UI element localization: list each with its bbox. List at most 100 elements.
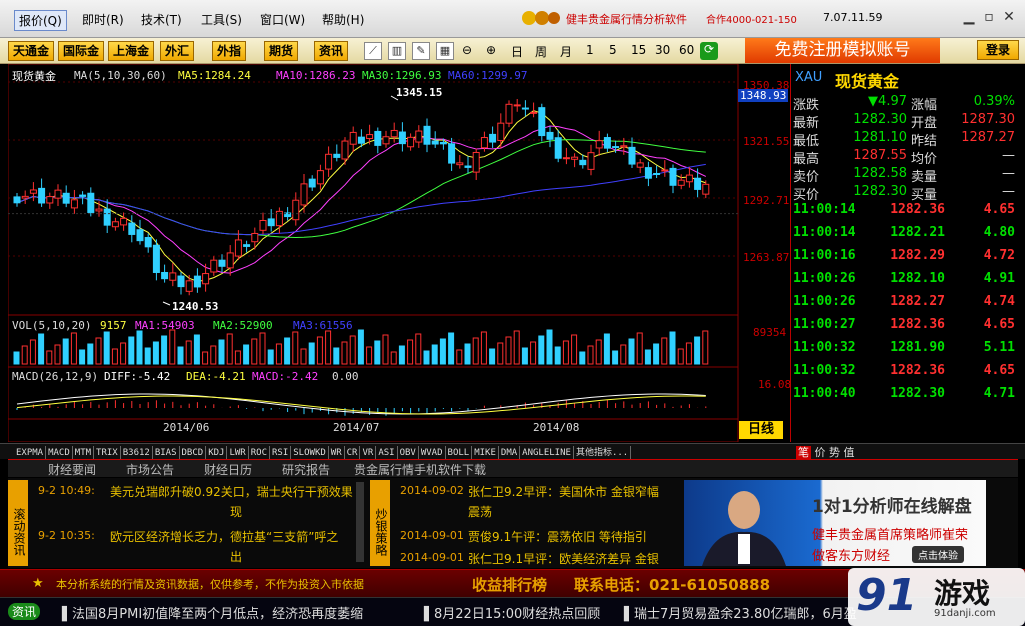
login-button[interactable]: 登录 xyxy=(977,40,1019,60)
market-shanghai-gold-button[interactable]: 上海金 xyxy=(108,41,155,61)
side-tabs[interactable]: 笔 价 势 值 xyxy=(796,444,855,460)
period-1min[interactable]: 1 xyxy=(586,43,594,57)
ticker-item-1[interactable]: ▌法国8月PMI初值降至两个月低点，经济恐再度萎缩 xyxy=(62,603,363,622)
chart-frame xyxy=(8,64,739,442)
volume-bar xyxy=(390,351,397,365)
tick-time: 11:00:26 xyxy=(793,294,856,309)
volume-bar xyxy=(669,331,676,365)
menu-realtime[interactable]: 即时(R) xyxy=(78,10,128,29)
tab-market-notice[interactable]: 市场公告 xyxy=(126,461,174,478)
candle-body xyxy=(234,239,242,257)
strategy-item-3[interactable]: 张仁卫9.1早评：欧美经济差异 金银 xyxy=(468,550,659,567)
volume-bar xyxy=(349,335,356,365)
candle-body xyxy=(431,140,439,145)
candle-body xyxy=(267,218,275,227)
symbol-code: XAU xyxy=(795,70,823,85)
period-day[interactable]: 日 xyxy=(511,43,523,60)
tab-jia[interactable]: 价 xyxy=(815,446,826,459)
tick-time: 11:00:14 xyxy=(793,225,856,240)
volume-bar xyxy=(603,333,610,365)
candle-body xyxy=(439,141,447,145)
close-icon[interactable]: ✕ xyxy=(1000,8,1018,26)
candle-body xyxy=(464,165,472,168)
news-item-1[interactable]: 美元兑瑞郎升破0.92关口，瑞士央行干预效果 xyxy=(110,483,353,500)
market-index-button[interactable]: 外指 xyxy=(212,41,247,61)
ad-banner[interactable]: 1对1分析师在线解盘 健丰贵金属首席策略师崔荣 做客东方财经 点击体验 xyxy=(684,480,986,566)
candle-body xyxy=(218,259,226,267)
zoom-out-icon[interactable]: ⊖ xyxy=(462,43,472,57)
strategy-item-1-cont[interactable]: 震荡 xyxy=(468,503,492,520)
period-month[interactable]: 月 xyxy=(560,43,572,60)
scrollbar[interactable] xyxy=(356,482,364,562)
pencil-icon[interactable]: ✎ xyxy=(412,42,430,60)
quote-label: 买价 xyxy=(793,188,820,203)
volume-bar xyxy=(177,346,184,365)
volume-bar xyxy=(620,344,627,365)
ad-try-button[interactable]: 点击体验 xyxy=(912,546,964,563)
menu-tools[interactable]: 工具(S) xyxy=(197,10,246,29)
tab-shi[interactable]: 势 xyxy=(829,446,840,459)
tab-mobile-download[interactable]: 贵金属行情手机软件下载 xyxy=(354,461,486,478)
tab-finance-calendar[interactable]: 财经日历 xyxy=(204,461,252,478)
ticker-item-3[interactable]: ▌瑞士7月贸易盈余23.80亿瑞郎，6月盈 xyxy=(624,603,857,622)
news-time-2: 9-2 10:35: xyxy=(38,529,95,542)
news-item-1-cont[interactable]: 现 xyxy=(230,503,242,520)
tab-research[interactable]: 研究报告 xyxy=(282,461,330,478)
kline-chart[interactable]: 现货黄金 MA(5,10,30,60) MA5:1284.24 MA10:128… xyxy=(8,64,791,442)
candle-body xyxy=(21,195,29,199)
market-intl-gold-button[interactable]: 国际金 xyxy=(58,41,105,61)
volume-bar xyxy=(169,329,176,365)
candle-body xyxy=(374,130,382,146)
volume-bar xyxy=(702,330,709,365)
menu-window[interactable]: 窗口(W) xyxy=(256,10,309,29)
candle-body xyxy=(415,130,423,143)
volume-bar xyxy=(530,341,537,365)
menu-help[interactable]: 帮助(H) xyxy=(318,10,368,29)
chart-bar-icon[interactable]: ▥ xyxy=(388,42,406,60)
ma-label: MA(5,10,30,60) xyxy=(74,69,167,82)
news-item-2[interactable]: 欧元区经济增长乏力，德拉基“三支箭”呼之 xyxy=(110,528,338,545)
tick-list[interactable]: 11:00:14 1282.36 4.65 11:00:14 1282.21 4.80 11… xyxy=(791,202,1019,409)
menu-technical[interactable]: 技术(T) xyxy=(137,10,186,29)
news-item-2-cont[interactable]: 出 xyxy=(230,548,242,565)
ma60-value: MA60:1299.97 xyxy=(448,69,528,82)
market-futures-button[interactable]: 期货 xyxy=(264,41,299,61)
grid-icon[interactable]: ▦ xyxy=(436,42,454,60)
register-demo-button[interactable]: 免费注册模拟账号 xyxy=(745,38,940,63)
candle-body xyxy=(357,136,365,144)
chart-line-icon[interactable]: ⟋ xyxy=(364,42,382,60)
market-tiantong-button[interactable]: 天通金 xyxy=(8,41,55,61)
candle-body xyxy=(87,192,95,213)
restore-icon[interactable]: ▫ xyxy=(980,8,998,26)
tab-bi[interactable]: 笔 xyxy=(796,446,811,459)
minimize-icon[interactable]: ▁ xyxy=(960,8,978,26)
strategy-item-2[interactable]: 贾俊9.1午评：震荡依旧 等待指引 xyxy=(468,528,647,545)
candle-body xyxy=(612,146,620,149)
period-badge[interactable]: 日线 xyxy=(739,421,783,439)
strategy-item-1[interactable]: 张仁卫9.2早评：美国休市 金银窄幅 xyxy=(468,483,659,500)
refresh-icon[interactable]: ⟳ xyxy=(700,42,718,60)
tab-finance-news[interactable]: 财经要闻 xyxy=(48,461,96,478)
menu-quote[interactable]: 报价(Q) xyxy=(14,10,67,31)
quote-row: 最低 1281.10 昨结 1287.27 xyxy=(793,130,1015,149)
volume-bar xyxy=(234,350,241,365)
candle-body xyxy=(530,111,538,114)
zoom-in-icon[interactable]: ⊕ xyxy=(486,43,496,57)
tick-volume: 4.71 xyxy=(983,386,1015,401)
quote-label: 卖量 xyxy=(911,170,938,185)
ticker-item-2[interactable]: ▌8月22日15:00财经热点回顾 xyxy=(424,603,600,622)
profit-rank-link[interactable]: 收益排行榜 xyxy=(472,574,547,595)
volume-bar xyxy=(251,338,258,365)
market-news-button[interactable]: 资讯 xyxy=(314,41,349,61)
market-forex-button[interactable]: 外汇 xyxy=(160,41,195,61)
quote-value: 1282.30 xyxy=(853,112,907,127)
period-15min[interactable]: 15 xyxy=(631,43,646,57)
period-week[interactable]: 周 xyxy=(535,43,547,60)
period-5min[interactable]: 5 xyxy=(609,43,617,57)
tab-zhi[interactable]: 值 xyxy=(844,446,855,459)
volume-bar xyxy=(202,351,209,365)
candle-body xyxy=(620,145,628,148)
quote-value: 1282.58 xyxy=(853,166,907,181)
period-60min[interactable]: 60 xyxy=(679,43,694,57)
period-30min[interactable]: 30 xyxy=(655,43,670,57)
